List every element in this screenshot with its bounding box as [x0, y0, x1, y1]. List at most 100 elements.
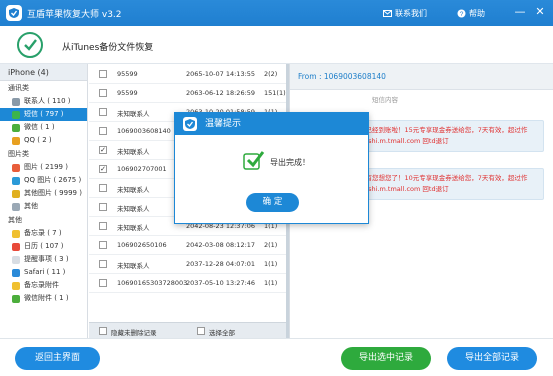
close-button[interactable]: ✕	[533, 5, 547, 19]
row-count: 1(1)	[264, 279, 278, 287]
category-icon	[12, 163, 20, 172]
sidebar-item-label: QQ 图片 ( 2675 )	[24, 176, 82, 184]
sidebar-item-label: 备忘录 ( 7 )	[24, 229, 62, 237]
sidebar-item[interactable]: Safari ( 11 )	[0, 266, 87, 279]
row-count: 1(1)	[264, 260, 278, 268]
row-date: 2065-10-07 14:13:55	[186, 70, 256, 78]
row-date: 2063-06-12 18:26:59	[186, 89, 256, 97]
select-all-checkbox[interactable]	[197, 327, 205, 335]
sidebar-item[interactable]: QQ ( 2 )	[0, 134, 87, 147]
sidebar-item-label: 备忘录附件	[24, 281, 59, 289]
row-checkbox[interactable]	[99, 108, 107, 116]
row-checkbox[interactable]: ✓	[99, 146, 107, 154]
sidebar-item[interactable]: 微信附件 ( 1 )	[0, 292, 87, 305]
sidebar: iPhone (4) 通讯类联系人 ( 110 ) 短信 ( 797 ) 微信 ( …	[0, 64, 88, 338]
sidebar-item-label: 微信附件 ( 1 )	[24, 294, 69, 302]
select-all-label: 选择全部	[209, 329, 235, 337]
row-sender: 95599	[117, 89, 138, 97]
row-sender: 未知联系人	[117, 205, 150, 213]
row-sender: 106902650106	[117, 241, 167, 249]
row-count: 2(1)	[264, 241, 278, 249]
row-checkbox[interactable]	[99, 127, 107, 135]
app-title: 互盾苹果恢复大师 v3.2	[27, 10, 122, 20]
row-sender: 未知联系人	[117, 262, 150, 270]
row-checkbox[interactable]	[99, 184, 107, 192]
export-complete-dialog: 温馨提示 导出完成！ 确 定	[174, 112, 369, 224]
category-icon	[12, 242, 20, 251]
category-icon	[12, 268, 20, 277]
category-icon	[12, 202, 20, 211]
sidebar-category: 通讯类	[8, 84, 29, 92]
message-row[interactable]: 95599 2063-06-12 18:26:59 151(1)	[89, 84, 286, 103]
dialog-logo-icon	[183, 117, 197, 131]
row-checkbox[interactable]	[99, 260, 107, 268]
dialog-ok-button[interactable]: 确 定	[246, 193, 299, 212]
sidebar-item-label: QQ ( 2 )	[24, 136, 52, 144]
help-label: 帮助	[469, 9, 485, 18]
app-logo-icon	[6, 5, 22, 21]
message-row[interactable]: 106902650106 2042-03-08 08:12:17 2(1)	[89, 236, 286, 255]
message-row[interactable]: 10690165303728003 2037-05-10 13:27:46 1(1)	[89, 274, 286, 293]
sidebar-item-label: 其他	[24, 202, 38, 210]
sidebar-item[interactable]: 备忘录 ( 7 )	[0, 227, 87, 240]
row-sender: 未知联系人	[117, 186, 150, 194]
category-icon	[12, 294, 20, 303]
row-sender: 10690165303728003	[117, 279, 188, 287]
page-header: 从iTunes备份文件恢复	[0, 26, 553, 64]
sidebar-category: 其他	[8, 216, 22, 224]
category-icon	[12, 176, 20, 185]
hide-deleted-label: 隐藏未删除记录	[111, 329, 157, 337]
sidebar-item-label: 日历 ( 107 )	[24, 242, 64, 250]
title-bar: 互盾苹果恢复大师 v3.2 联系我们 ? 帮助 — ✕	[0, 0, 553, 26]
sidebar-item[interactable]: QQ 图片 ( 2675 )	[0, 174, 87, 187]
row-date: 2037-12-28 04:07:01	[186, 260, 256, 268]
back-to-main-button[interactable]: 返回主界面	[15, 347, 100, 370]
sidebar-item[interactable]: 备忘录附件	[0, 279, 87, 292]
row-sender: 95599	[117, 70, 138, 78]
row-checkbox[interactable]	[99, 279, 107, 287]
export-all-button[interactable]: 导出全部记录	[447, 347, 537, 370]
bottom-bar: 返回主界面 导出选中记录 导出全部记录	[0, 338, 553, 376]
itunes-backup-icon	[17, 32, 43, 58]
sidebar-item-label: 短信 ( 797 )	[24, 110, 64, 118]
message-row[interactable]: 未知联系人 2037-12-28 04:07:01 1(1)	[89, 255, 286, 274]
sidebar-item-label: 提醒事项 ( 3 )	[24, 255, 69, 263]
sidebar-item-label: 其他图片 ( 9999 )	[24, 189, 82, 197]
sidebar-item[interactable]: 图片 ( 2199 )	[0, 161, 87, 174]
help-link[interactable]: ? 帮助	[457, 8, 485, 19]
export-selected-button[interactable]: 导出选中记录	[341, 347, 431, 370]
row-checkbox[interactable]	[99, 89, 107, 97]
row-checkbox[interactable]	[99, 203, 107, 211]
sidebar-item[interactable]: 提醒事项 ( 3 )	[0, 253, 87, 266]
category-icon	[12, 229, 20, 238]
contact-us-link[interactable]: 联系我们	[383, 8, 427, 19]
category-icon	[12, 281, 20, 290]
success-check-icon	[243, 151, 265, 170]
row-checkbox[interactable]	[99, 70, 107, 78]
category-icon	[12, 97, 20, 106]
sidebar-item[interactable]: 其他图片 ( 9999 )	[0, 187, 87, 200]
sidebar-item[interactable]: 其他	[0, 200, 87, 213]
message-row[interactable]: 95599 2065-10-07 14:13:55 2(2)	[89, 65, 286, 84]
row-checkbox[interactable]: ✓	[99, 165, 107, 173]
sidebar-item-label: 联系人 ( 110 )	[24, 97, 71, 105]
hide-deleted-checkbox[interactable]	[99, 327, 107, 335]
sidebar-item[interactable]: 短信 ( 797 )	[0, 108, 87, 121]
category-icon	[12, 110, 20, 119]
row-checkbox[interactable]	[99, 222, 107, 230]
row-sender: 106902707001	[117, 165, 167, 173]
sidebar-item[interactable]: 日历 ( 107 )	[0, 240, 87, 253]
sidebar-item-label: Safari ( 11 )	[24, 268, 66, 276]
device-label[interactable]: iPhone (4)	[0, 64, 87, 81]
row-checkbox[interactable]	[99, 241, 107, 249]
list-footer: 隐藏未删除记录 选择全部	[89, 322, 286, 338]
row-count: 151(1)	[264, 89, 286, 97]
row-date: 2037-05-10 13:27:46	[186, 279, 256, 287]
row-sender: 未知联系人	[117, 224, 150, 232]
minimize-button[interactable]: —	[513, 5, 527, 19]
category-icon	[12, 136, 20, 145]
sidebar-item[interactable]: 微信 ( 1 )	[0, 121, 87, 134]
row-date: 2042-03-08 08:12:17	[186, 241, 256, 249]
sidebar-item[interactable]: 联系人 ( 110 )	[0, 95, 87, 108]
row-sender: 未知联系人	[117, 110, 150, 118]
